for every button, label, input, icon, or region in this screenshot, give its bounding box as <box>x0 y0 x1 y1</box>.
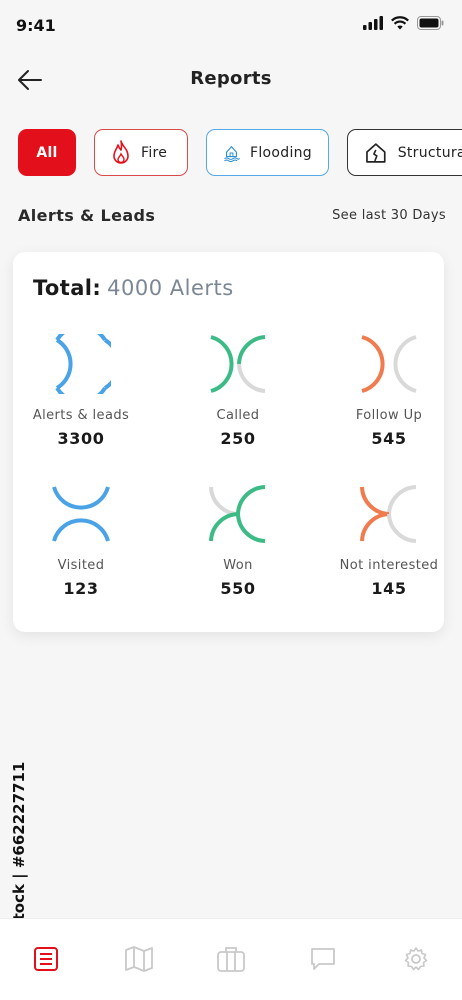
stat-label: Visited <box>57 558 105 573</box>
stat-ring-icon <box>210 335 266 393</box>
stat-label: Won <box>223 558 253 573</box>
stat-called[interactable]: Called 250 <box>168 334 308 448</box>
fire-icon <box>113 139 129 164</box>
nav-messages[interactable] <box>303 943 343 975</box>
wifi-icon <box>391 16 409 30</box>
status-time: 9:41 <box>16 16 56 35</box>
filter-chip-label: Fire <box>141 144 168 161</box>
chat-icon <box>311 948 336 970</box>
stat-value: 3300 <box>57 429 105 448</box>
header: Reports <box>0 58 462 102</box>
stat-label: Called <box>216 408 260 423</box>
map-icon <box>124 946 153 972</box>
see-last-30-days-link[interactable]: See last 30 Days <box>332 208 446 223</box>
nav-settings[interactable] <box>396 943 436 975</box>
filter-chip-structural[interactable]: Structural <box>347 129 462 176</box>
stat-label: Follow Up <box>355 408 423 423</box>
stat-value: 545 <box>371 429 407 448</box>
nav-reports[interactable] <box>26 943 66 975</box>
section-title: Alerts & Leads <box>18 205 156 225</box>
total-value: 4000 Alerts <box>107 276 234 300</box>
stat-value: 123 <box>63 579 99 598</box>
reports-icon <box>34 947 59 971</box>
stat-alerts-leads[interactable]: Alerts & leads 3300 <box>11 334 151 448</box>
settings-icon <box>404 947 428 971</box>
page-title: Reports <box>190 68 272 89</box>
signal-icon <box>363 16 383 30</box>
stat-ring-icon <box>52 486 110 542</box>
stat-follow-up[interactable]: Follow Up 545 <box>319 334 459 448</box>
total-label: Total: <box>33 276 102 300</box>
filter-chip-all[interactable]: All <box>18 129 76 176</box>
flooding-icon <box>224 145 240 162</box>
filter-chip-label: Structural <box>397 144 462 161</box>
stat-won[interactable]: Won 550 <box>168 484 308 598</box>
stat-not-interested[interactable]: Not interested 145 <box>319 484 459 598</box>
stat-value: 250 <box>220 429 256 448</box>
filter-chips: All Fire Flooding Structural <box>18 129 462 177</box>
filter-chip-label: Flooding <box>249 144 312 161</box>
stat-value: 145 <box>371 579 407 598</box>
total-alerts: Total: 4000 Alerts <box>33 276 234 300</box>
stat-ring-icon <box>360 485 417 543</box>
nav-map[interactable] <box>119 943 159 975</box>
structural-icon <box>366 142 386 163</box>
stat-ring-icon <box>361 335 417 393</box>
stat-ring-icon <box>55 334 111 394</box>
stat-label: Not interested <box>339 558 439 573</box>
stat-value: 550 <box>220 579 256 598</box>
stat-visited[interactable]: Visited 123 <box>11 484 151 598</box>
stat-ring-icon <box>209 485 266 543</box>
filter-chip-fire[interactable]: Fire <box>94 129 188 176</box>
status-bar: 9:41 <box>0 0 462 50</box>
briefcase-icon <box>217 947 245 972</box>
stat-label: Alerts & leads <box>32 408 130 423</box>
alerts-summary-card: Total: 4000 Alerts Alerts & leads 3300 C… <box>13 252 444 632</box>
bottom-nav <box>0 918 462 1000</box>
nav-portfolio[interactable] <box>211 943 251 975</box>
battery-icon <box>417 16 444 30</box>
filter-chip-label: All <box>36 144 58 161</box>
status-icons <box>363 16 444 30</box>
section-header: Alerts & Leads See last 30 Days <box>18 203 446 227</box>
filter-chip-flooding[interactable]: Flooding <box>206 129 329 176</box>
